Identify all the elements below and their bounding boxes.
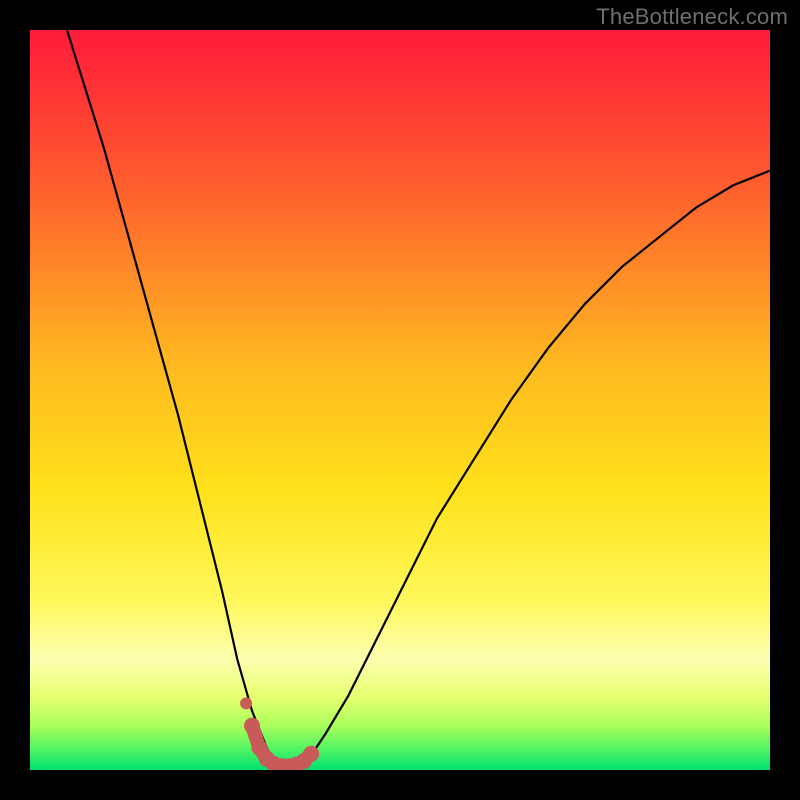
watermark-text: TheBottleneck.com xyxy=(596,4,788,30)
minimum-marker-outlier xyxy=(240,697,252,709)
minimum-marker-dot xyxy=(244,718,260,734)
chart-frame: TheBottleneck.com xyxy=(0,0,800,800)
bottleneck-curve-svg xyxy=(30,30,770,770)
minimum-marker-dot xyxy=(303,746,319,762)
bottleneck-curve xyxy=(67,30,770,770)
plot-area xyxy=(30,30,770,770)
